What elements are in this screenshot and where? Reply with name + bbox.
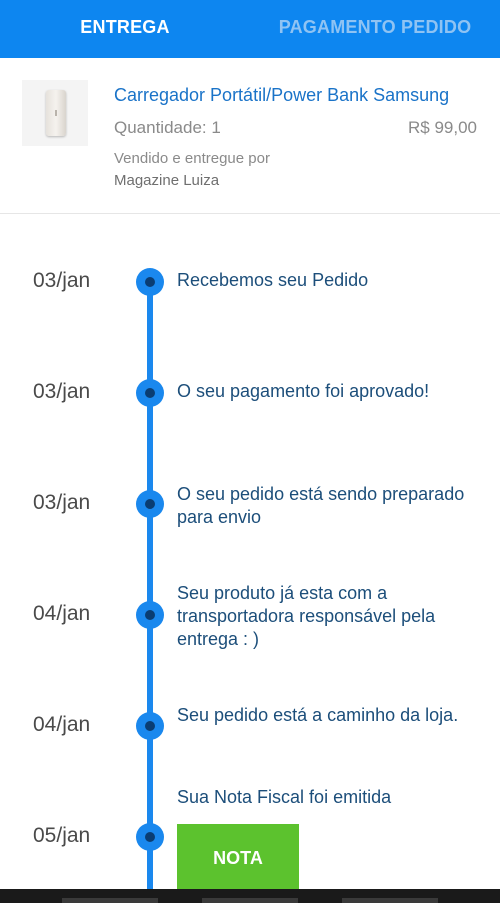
event-description: Seu pedido está a caminho da loja. — [177, 705, 459, 725]
event-date: 04/jan — [33, 713, 91, 736]
tab-entrega[interactable]: ENTREGA — [40, 0, 210, 58]
product-quantity: Quantidade: 1 — [114, 118, 221, 137]
tab-pagamento-pedido[interactable]: PAGAMENTO PEDIDO — [260, 0, 490, 58]
product-price: R$ 99,00 — [408, 118, 477, 137]
nav-segment — [202, 898, 298, 903]
event-description: O seu pagamento foi aprovado! — [177, 381, 430, 401]
system-navigation-bar — [0, 889, 500, 903]
tab-bar: ENTREGA PAGAMENTO PEDIDO — [0, 0, 500, 58]
event-date: 05/jan — [33, 824, 91, 847]
event-description: Recebemos seu Pedido — [177, 270, 369, 290]
timeline-dot-icon — [136, 712, 164, 740]
event-description: Sua Nota Fiscal foi emitida — [177, 787, 392, 807]
event-date: 03/jan — [33, 491, 91, 514]
seller-label: Vendido e entregue por — [114, 150, 270, 167]
nav-segment — [342, 898, 438, 903]
nav-segment — [62, 898, 158, 903]
product-name-link[interactable]: Carregador Portátil/Power Bank Samsung — [114, 85, 449, 106]
timeline-dot-icon — [136, 268, 164, 296]
power-bank-image — [22, 80, 88, 146]
order-tracking-screen: ENTREGA PAGAMENTO PEDIDO Carregador Port… — [0, 0, 500, 903]
event-date: 03/jan — [33, 380, 91, 403]
timeline-dot-icon — [136, 601, 164, 629]
timeline-line — [147, 282, 153, 903]
event-description: O seu pedido está sendo preparado para e… — [177, 484, 465, 527]
event-date: 03/jan — [33, 269, 91, 292]
event-date: 04/jan — [33, 602, 91, 625]
timeline-dot-icon — [136, 490, 164, 518]
power-bank-device-icon — [46, 90, 66, 136]
seller-name: Magazine Luiza — [114, 172, 220, 189]
timeline-dot-icon — [136, 379, 164, 407]
nota-button[interactable]: NOTA — [177, 824, 299, 890]
event-description: Seu produto já esta com a transportadora… — [177, 583, 436, 649]
delivery-timeline: 03/jan Recebemos seu Pedido 03/jan O seu… — [0, 214, 500, 903]
product-card[interactable]: Carregador Portátil/Power Bank Samsung Q… — [0, 58, 500, 214]
timeline-dot-icon — [136, 823, 164, 851]
